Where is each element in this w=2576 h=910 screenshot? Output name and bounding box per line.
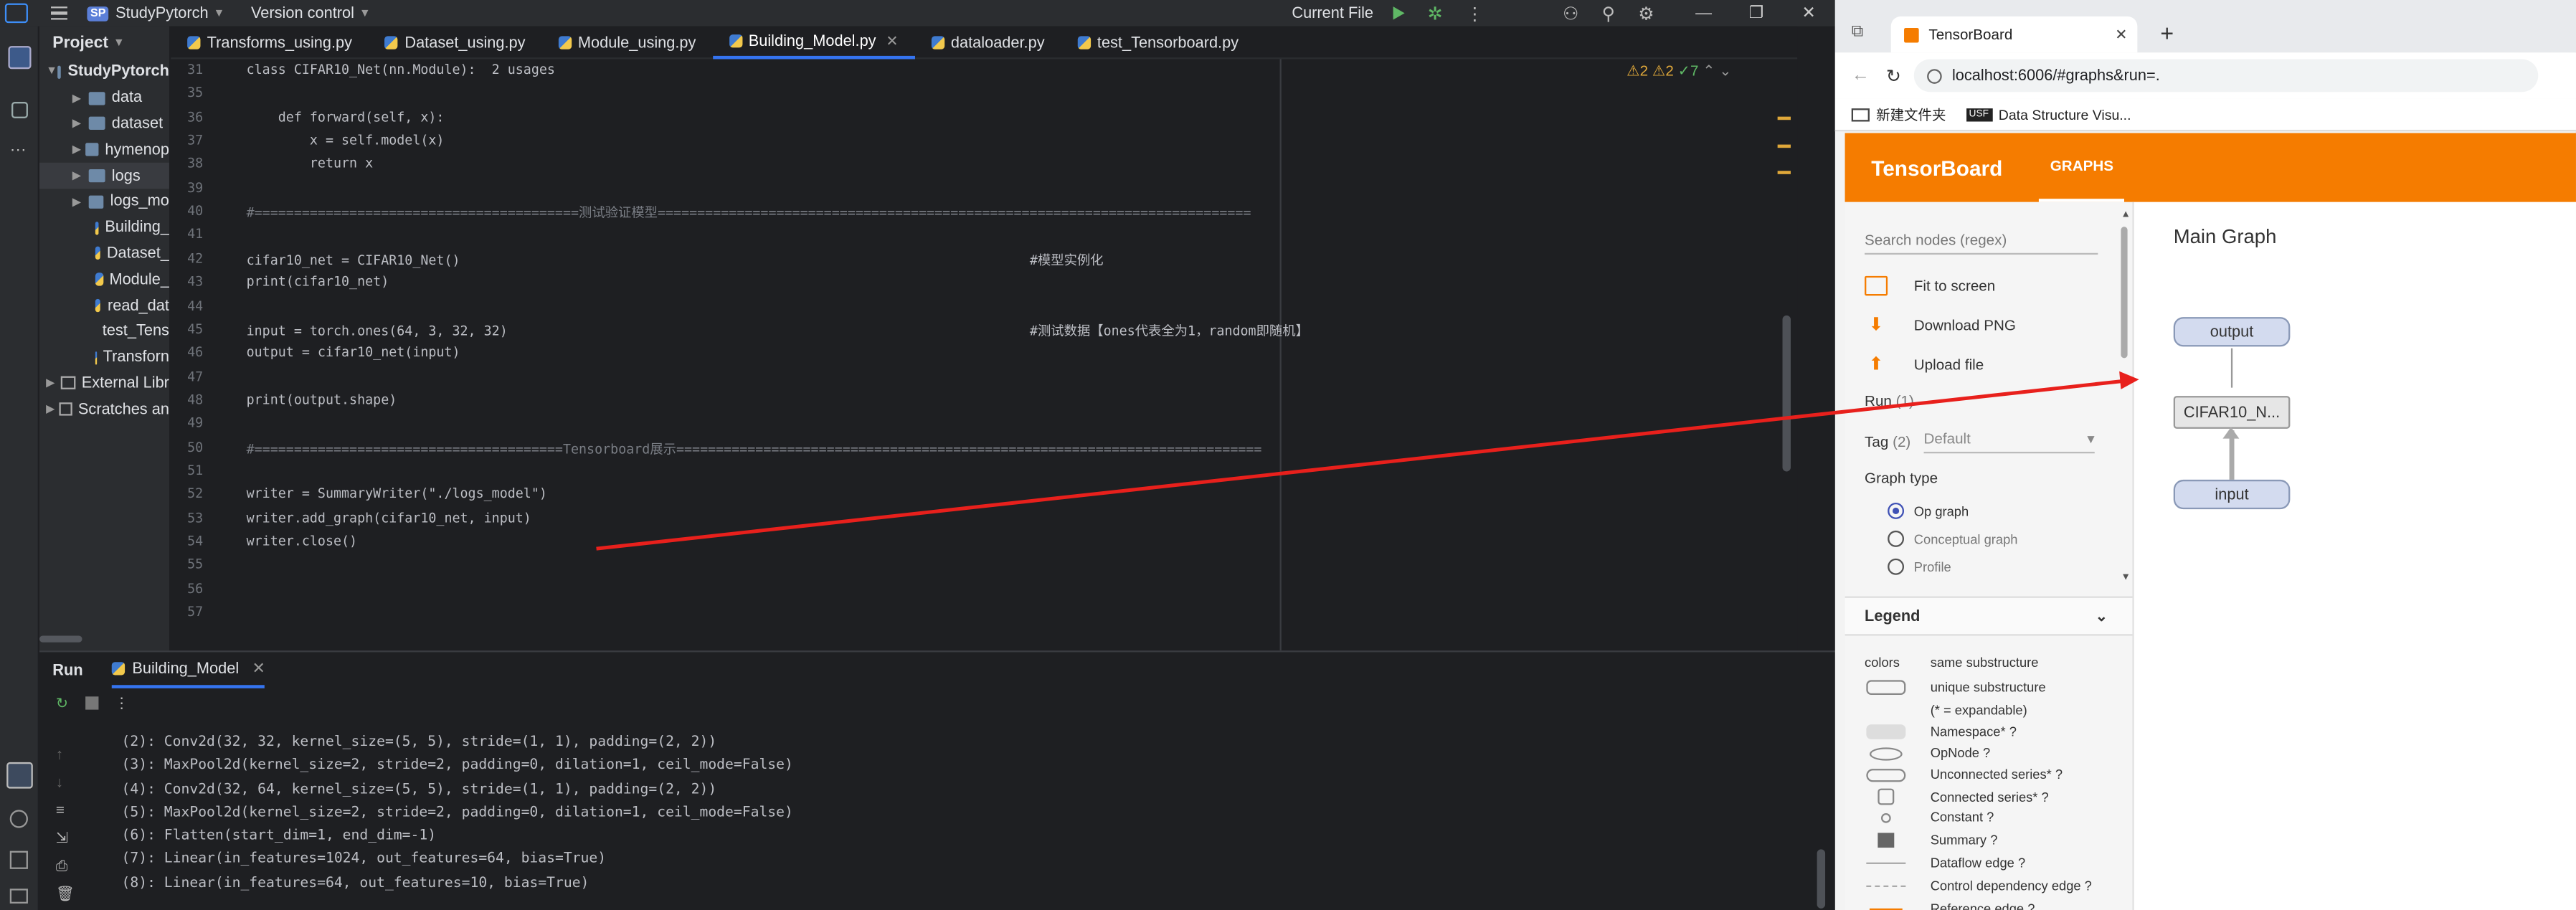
annotation-arrow <box>596 371 2139 551</box>
arrow-head <box>2119 371 2139 389</box>
arrow-line <box>596 379 2123 551</box>
